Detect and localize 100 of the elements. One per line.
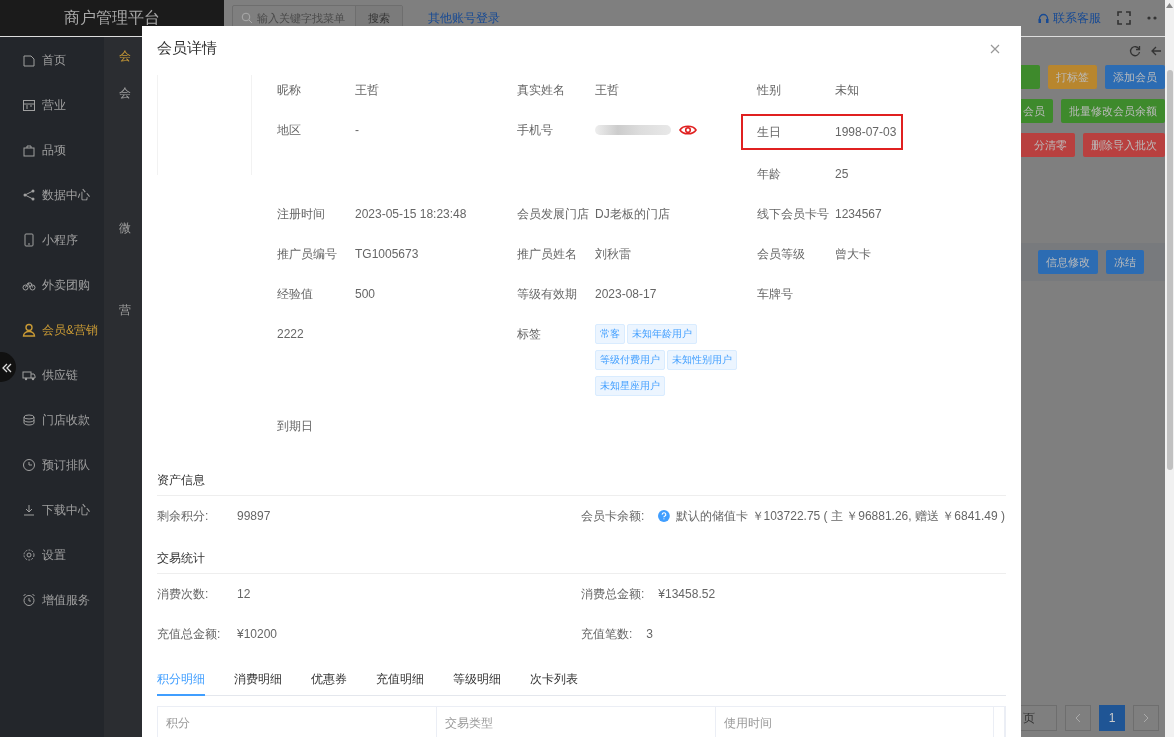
column-header: 交易类型 — [437, 707, 716, 737]
field-label: 地区 — [277, 122, 302, 139]
sidebar-item[interactable]: 品项 — [22, 127, 104, 172]
share-icon — [22, 187, 36, 202]
sidebar-item[interactable]: 外卖团购 — [22, 262, 104, 307]
field-value: 曾大卡 — [835, 246, 871, 263]
tag: 等级付费用户 — [595, 350, 665, 370]
field-value: 刘秋雷 — [595, 246, 631, 263]
sidebar-item[interactable]: 下载中心 — [22, 487, 104, 532]
field-value: ¥13458.52 — [658, 586, 716, 603]
tag: 未知星座用户 — [595, 376, 665, 396]
tag: 常客 — [595, 324, 625, 344]
double-chevron-icon — [2, 363, 12, 374]
page-button[interactable]: 1 — [1099, 705, 1125, 731]
scroll-up-icon[interactable] — [1166, 3, 1173, 8]
field-value: 12 — [237, 586, 251, 603]
sidebar-item[interactable]: 会员&营销 — [22, 307, 104, 352]
dialog-title: 会员详情 — [157, 37, 217, 58]
column-header: 积分 — [158, 707, 437, 737]
field-label: 充值笔数: — [581, 626, 633, 643]
field-value: 2023-05-15 18:23:48 — [355, 206, 467, 223]
sidebar-item[interactable]: 小程序 — [22, 217, 104, 262]
download-icon — [22, 502, 36, 517]
field-value: 默认的储值卡 ￥103722.75 ( 主 ￥96881.26, 赠送 ￥6841.49 ) — [676, 508, 1005, 525]
field-label: 真实姓名 — [517, 82, 566, 99]
field-label: 标签 — [517, 326, 542, 343]
eye-icon[interactable] — [679, 123, 697, 137]
field-value: TG1005673 — [355, 246, 419, 263]
field-label: 年龄 — [757, 166, 782, 183]
field-label: 线下会员卡号 — [757, 206, 830, 223]
sidebar-item[interactable]: 数据中心 — [22, 172, 104, 217]
field-label: 推广员姓名 — [517, 246, 578, 263]
tag: 未知年龄用户 — [627, 324, 697, 344]
field-value: 王哲 — [355, 82, 379, 99]
field-value: 3 — [646, 626, 654, 643]
field-label: 注册时间 — [277, 206, 326, 223]
field-label: 昵称 — [277, 82, 302, 99]
field-label: 性别 — [757, 82, 782, 99]
sidebar-item[interactable]: 门店收款 — [22, 397, 104, 442]
close-icon — [990, 43, 1000, 54]
help-icon[interactable] — [658, 510, 671, 522]
refresh-icon[interactable] — [1129, 45, 1141, 57]
field-label: 到期日 — [277, 418, 314, 435]
field-label: 2222 — [277, 326, 305, 343]
field-value: 500 — [355, 286, 376, 303]
sidebar-item[interactable]: 首页 — [22, 37, 104, 82]
field-value: - — [355, 122, 359, 139]
fullscreen-icon[interactable] — [1117, 11, 1131, 25]
more-icon[interactable] — [1147, 16, 1157, 20]
field-label: 推广员编号 — [277, 246, 338, 263]
field-value: ¥10200 — [237, 626, 278, 643]
field-label: 消费总金额: — [581, 586, 645, 603]
sidebar-item[interactable]: 营业 — [22, 82, 104, 127]
field-label: 生日 — [757, 124, 782, 141]
tab[interactable]: 消费明细 — [234, 662, 282, 696]
headset-icon — [1038, 12, 1049, 24]
field-label: 车牌号 — [757, 286, 794, 303]
field-value: 25 — [835, 166, 849, 183]
sidebar-item[interactable]: 增值服务 — [22, 577, 104, 622]
field-value: 1234567 — [835, 206, 882, 223]
scrollbar[interactable] — [1165, 0, 1174, 737]
clock-icon — [22, 457, 36, 472]
chevron-right-icon — [1143, 713, 1149, 723]
bag-icon — [22, 142, 36, 157]
field-label: 充值总金额: — [157, 626, 222, 643]
section-title: 资产信息 — [157, 458, 1006, 496]
field-label: 会员卡余额: — [581, 508, 645, 525]
tab[interactable]: 优惠券 — [311, 662, 347, 696]
column-header: 使用时间 — [716, 707, 994, 737]
field-label: 会员发展门店 — [517, 206, 590, 223]
scrollbar-thumb[interactable] — [1166, 70, 1173, 470]
coins-icon — [22, 412, 36, 427]
sidebar-item[interactable]: 供应链 — [22, 352, 104, 397]
section-title: 交易统计 — [157, 536, 1006, 574]
field-label: 经验值 — [277, 286, 314, 303]
field-label: 剩余积分: — [157, 508, 210, 525]
phone-icon — [22, 232, 36, 247]
user-icon — [22, 322, 36, 337]
field-value: 99897 — [237, 508, 271, 525]
back-arrow-icon[interactable] — [1151, 45, 1161, 57]
field-value: DJ老板的门店 — [595, 206, 670, 223]
tab[interactable]: 等级明细 — [453, 662, 501, 696]
chevron-left-icon — [1075, 713, 1081, 723]
field-value: 2023-08-17 — [595, 286, 657, 303]
calendar-icon — [22, 97, 36, 112]
field-label: 会员等级 — [757, 246, 806, 263]
gear-icon — [22, 547, 36, 562]
tab[interactable]: 充值明细 — [376, 662, 424, 696]
field-value: 未知 — [835, 82, 859, 99]
tag: 未知性别用户 — [667, 350, 737, 370]
sidebar-item[interactable]: 预订排队 — [22, 442, 104, 487]
field-label: 手机号 — [517, 122, 554, 139]
home-icon — [22, 52, 36, 67]
field-value: 王哲 — [595, 82, 619, 99]
tab[interactable]: 次卡列表 — [530, 662, 578, 696]
alarm-clock-icon — [22, 592, 36, 607]
field-label: 等级有效期 — [517, 286, 578, 303]
search-icon — [241, 12, 253, 24]
sidebar-item[interactable]: 设置 — [22, 532, 104, 577]
field-label: 消费次数: — [157, 586, 210, 603]
